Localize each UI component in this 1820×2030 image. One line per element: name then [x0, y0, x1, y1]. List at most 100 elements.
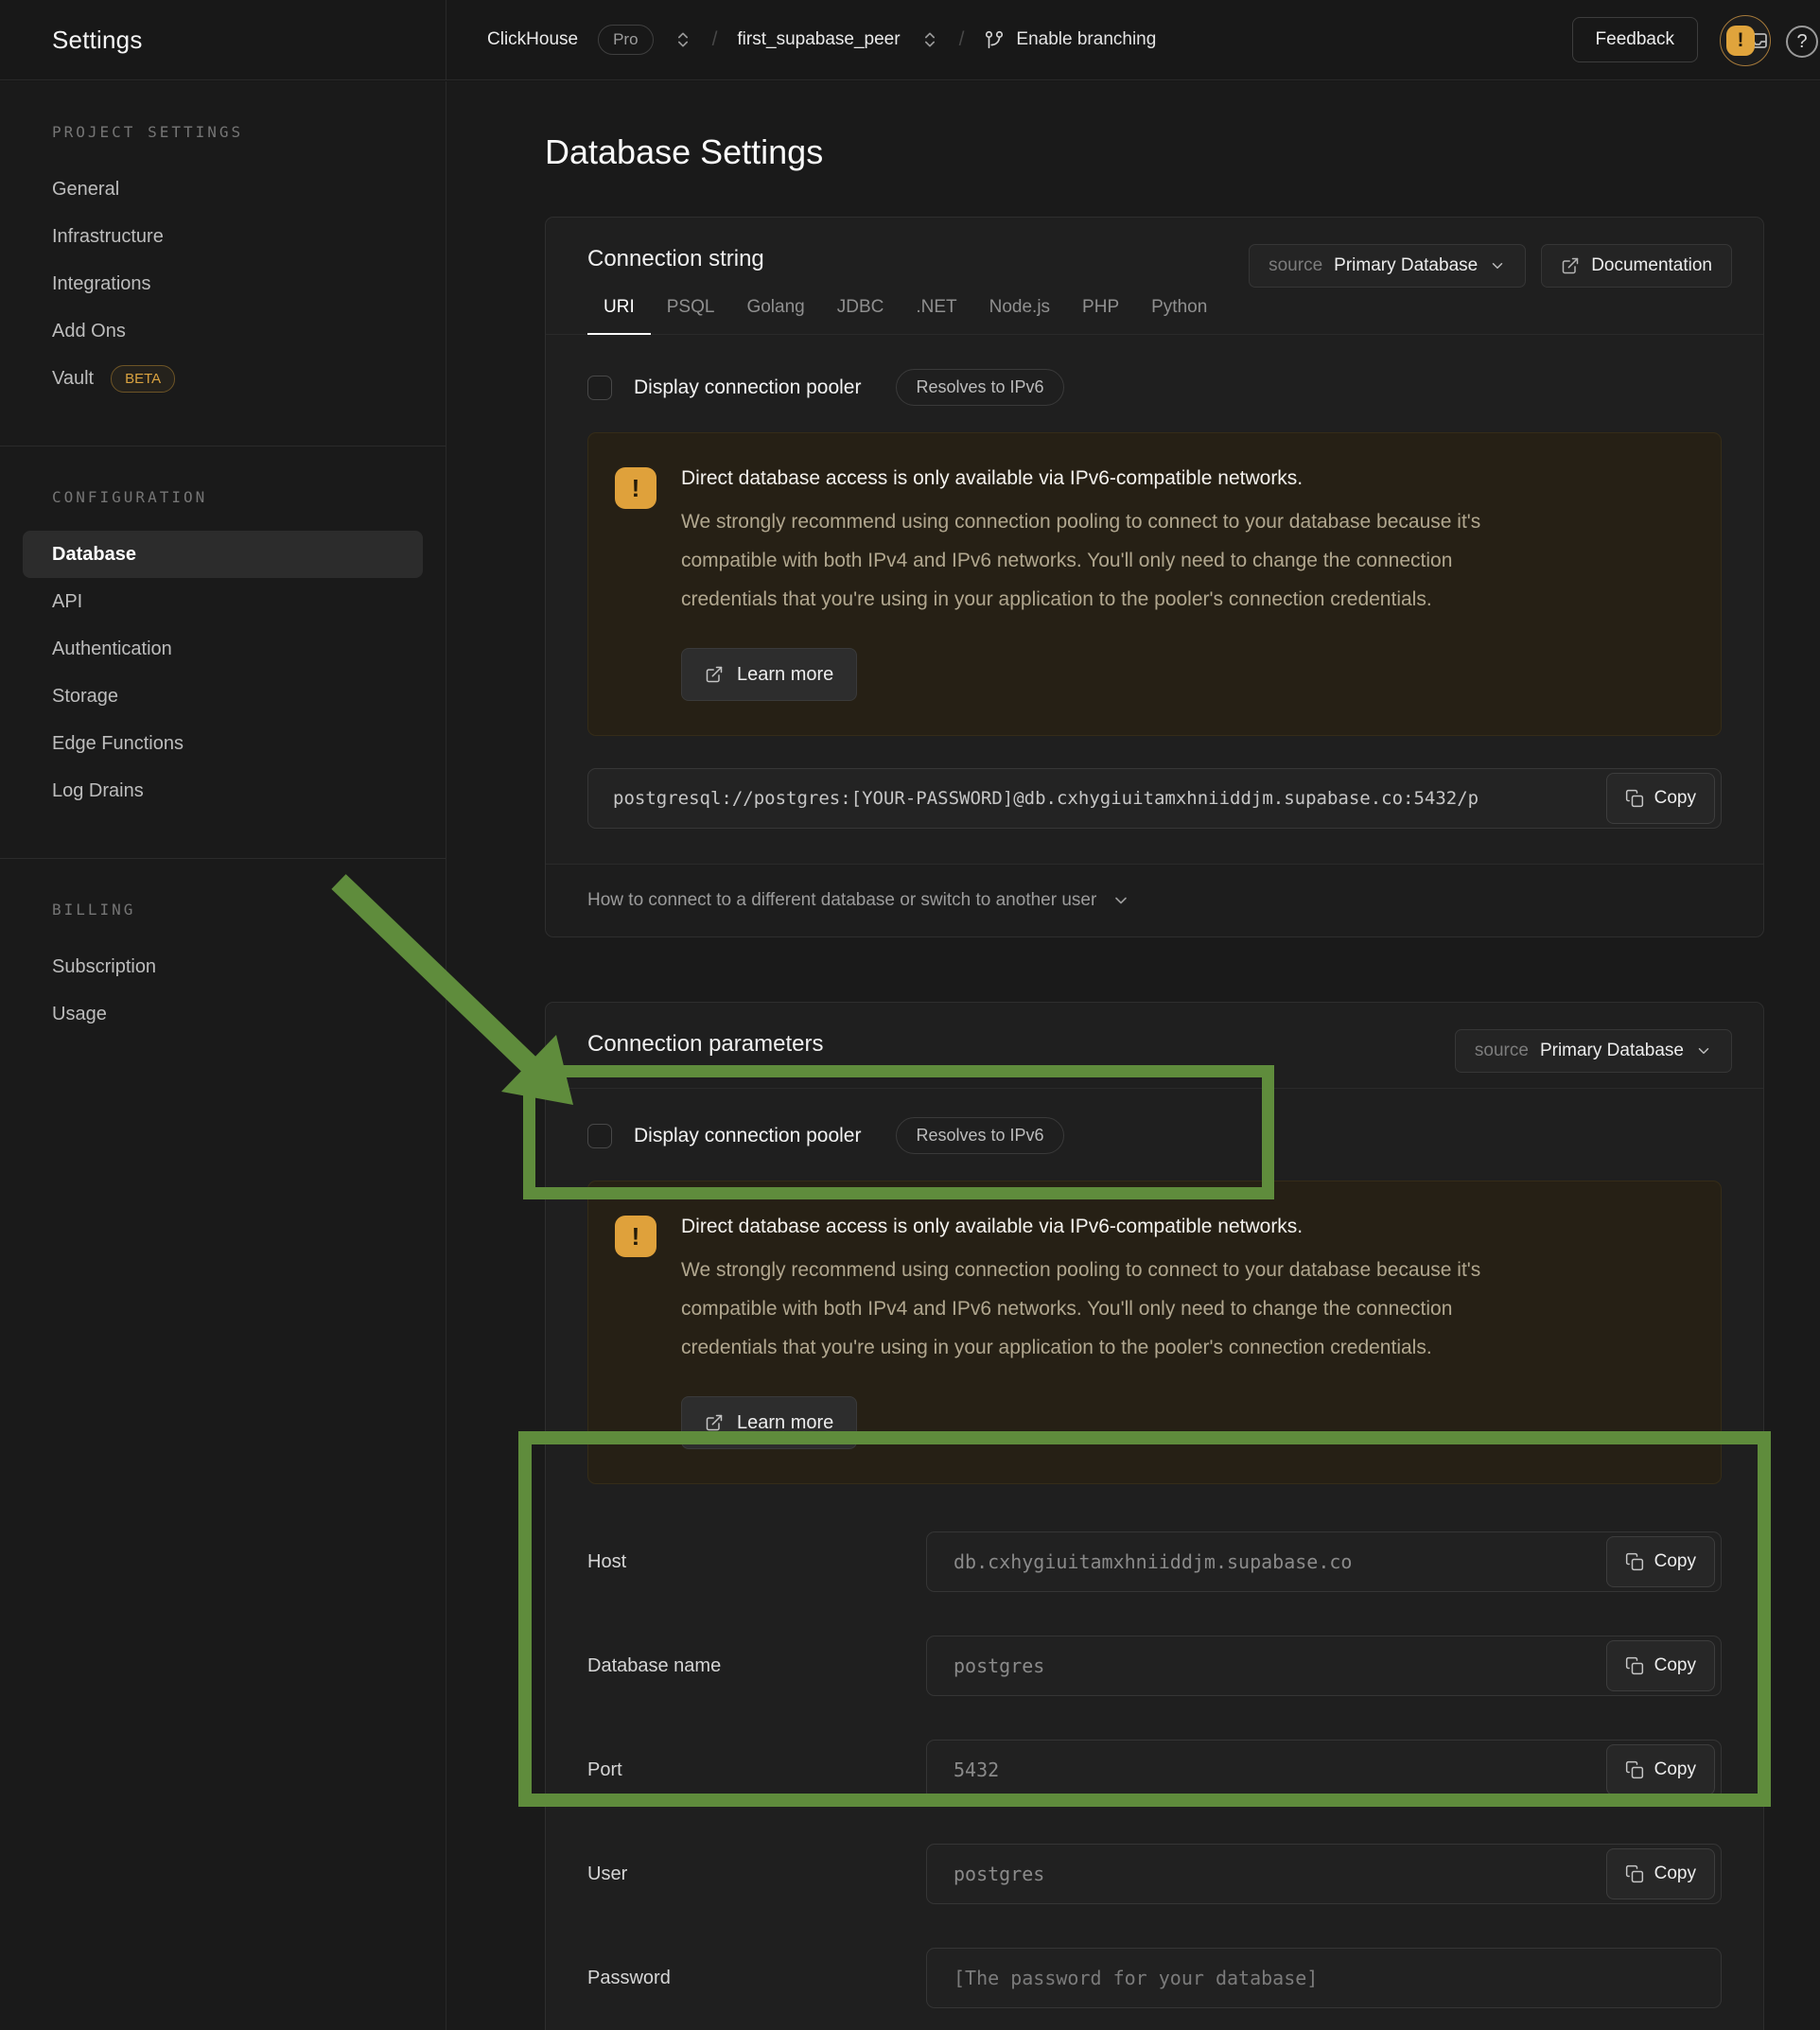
section-label: PROJECT SETTINGS: [0, 123, 446, 141]
copy-host-button[interactable]: Copy: [1606, 1536, 1715, 1587]
tab-jdbc[interactable]: JDBC: [821, 297, 901, 335]
sidebar-section-configuration: CONFIGURATION Database API Authenticatio…: [0, 446, 446, 859]
tab-php[interactable]: PHP: [1066, 297, 1135, 335]
field-label: Port: [587, 1759, 926, 1781]
org-selector-icon[interactable]: [674, 30, 692, 49]
field-label: Password: [587, 1968, 926, 1989]
connection-uri-field[interactable]: postgresql://postgres:[YOUR-PASSWORD]@db…: [587, 768, 1722, 829]
chevron-down-icon: [1111, 891, 1130, 910]
chevron-down-icon: [1695, 1042, 1712, 1059]
breadcrumb-org[interactable]: ClickHouse: [487, 29, 578, 50]
pooler-row: Display connection pooler Resolves to IP…: [546, 335, 1763, 406]
source-select[interactable]: source Primary Database: [1455, 1029, 1732, 1073]
copy-icon: [1625, 789, 1644, 808]
sidebar-item-add-ons[interactable]: Add Ons: [0, 307, 446, 355]
connection-parameters-header: Connection parameters source Primary Dat…: [546, 1003, 1763, 1089]
tab-golang[interactable]: Golang: [730, 297, 820, 335]
warning-title: Direct database access is only available…: [681, 467, 1480, 490]
chevron-down-icon: [1489, 257, 1506, 274]
feedback-button[interactable]: Feedback: [1572, 17, 1698, 62]
settings-sidebar: PROJECT SETTINGS General Infrastructure …: [0, 81, 446, 2030]
user-row: User postgres Copy: [587, 1844, 1722, 1904]
port-value: 5432: [927, 1741, 1721, 1799]
port-field[interactable]: 5432 Copy: [926, 1740, 1722, 1800]
sidebar-item-edge-functions[interactable]: Edge Functions: [0, 720, 446, 767]
sidebar-item-infrastructure[interactable]: Infrastructure: [0, 213, 446, 260]
password-field[interactable]: [The password for your database]: [926, 1948, 1722, 2008]
app-frame: Settings ClickHouse Pro / first_supabase…: [0, 0, 1820, 2030]
warning-text: credentials that you're using in your ap…: [681, 1328, 1480, 1367]
breadcrumb-separator-2: /: [959, 28, 965, 51]
host-field[interactable]: db.cxhygiuitamxhniiddjm.supabase.co Copy: [926, 1531, 1722, 1592]
connect-help-expander[interactable]: How to connect to a different database o…: [546, 864, 1763, 936]
warning-text: We strongly recommend using connection p…: [681, 1251, 1480, 1289]
ipv6-warning-banner: ! Direct database access is only availab…: [587, 432, 1722, 736]
breadcrumb-separator: /: [712, 28, 718, 51]
copy-database-name-button[interactable]: Copy: [1606, 1640, 1715, 1691]
external-link-icon: [1561, 256, 1580, 275]
sidebar-item-usage[interactable]: Usage: [0, 990, 446, 1038]
help-button[interactable]: ?: [1786, 26, 1818, 58]
password-row: Password [The password for your database…: [587, 1948, 1722, 2008]
resolves-to-ipv6-badge: Resolves to IPv6: [896, 1117, 1063, 1154]
header-settings-area: Settings: [0, 0, 446, 79]
tab-uri[interactable]: URI: [587, 297, 651, 335]
copy-icon: [1625, 1864, 1644, 1883]
tab-python[interactable]: Python: [1135, 297, 1223, 335]
breadcrumb-project[interactable]: first_supabase_peer: [737, 29, 900, 50]
sidebar-item-storage[interactable]: Storage: [0, 673, 446, 720]
user-field[interactable]: postgres Copy: [926, 1844, 1722, 1904]
sidebar-item-integrations[interactable]: Integrations: [0, 260, 446, 307]
beta-badge: BETA: [111, 365, 175, 393]
copy-port-button[interactable]: Copy: [1606, 1744, 1715, 1795]
tab-nodejs[interactable]: Node.js: [973, 297, 1066, 335]
resolves-to-ipv6-badge: Resolves to IPv6: [896, 369, 1063, 406]
display-connection-pooler-checkbox[interactable]: [587, 376, 612, 400]
pooler-label: Display connection pooler: [634, 376, 861, 399]
user-value: postgres: [927, 1845, 1721, 1903]
sidebar-item-general[interactable]: General: [0, 166, 446, 213]
warning-title: Direct database access is only available…: [681, 1216, 1480, 1238]
enable-branching-button[interactable]: Enable branching: [984, 29, 1156, 50]
warning-text: compatible with both IPv4 and IPv6 netwo…: [681, 1289, 1480, 1328]
copy-icon: [1625, 1656, 1644, 1675]
section-label: BILLING: [0, 901, 446, 919]
copy-icon: [1625, 1552, 1644, 1571]
warning-icon: !: [615, 1216, 656, 1257]
connection-parameters-card: Connection parameters source Primary Dat…: [545, 1002, 1764, 2030]
plan-badge[interactable]: Pro: [598, 25, 653, 55]
password-placeholder: [The password for your database]: [927, 1949, 1721, 2007]
tab-dotnet[interactable]: .NET: [900, 297, 972, 335]
display-connection-pooler-checkbox[interactable]: [587, 1124, 612, 1148]
copy-uri-button[interactable]: Copy: [1606, 773, 1715, 824]
notifications-button[interactable]: !: [1720, 15, 1771, 66]
port-row: Port 5432 Copy: [587, 1740, 1722, 1800]
field-label: Host: [587, 1551, 926, 1573]
project-selector-icon[interactable]: [920, 30, 939, 49]
copy-icon: [1625, 1760, 1644, 1779]
field-label: Database name: [587, 1655, 926, 1677]
connection-uri-value: postgresql://postgres:[YOUR-PASSWORD]@db…: [588, 769, 1721, 828]
alert-badge-icon: !: [1726, 26, 1755, 56]
learn-more-button[interactable]: Learn more: [681, 648, 857, 701]
sidebar-item-api[interactable]: API: [0, 578, 446, 625]
external-link-icon: [705, 1413, 724, 1432]
source-select[interactable]: source Primary Database: [1249, 244, 1526, 288]
sidebar-item-database[interactable]: Database: [23, 531, 423, 578]
sidebar-item-authentication[interactable]: Authentication: [0, 625, 446, 673]
sidebar-item-subscription[interactable]: Subscription: [0, 943, 446, 990]
ipv6-warning-banner: ! Direct database access is only availab…: [587, 1181, 1722, 1484]
documentation-button[interactable]: Documentation: [1541, 244, 1732, 288]
sidebar-item-vault[interactable]: Vault BETA: [0, 355, 446, 402]
learn-more-button[interactable]: Learn more: [681, 1396, 857, 1449]
sidebar-item-log-drains[interactable]: Log Drains: [0, 767, 446, 814]
enable-branching-label: Enable branching: [1016, 29, 1156, 50]
copy-user-button[interactable]: Copy: [1606, 1848, 1715, 1899]
field-label: User: [587, 1864, 926, 1885]
top-header: Settings ClickHouse Pro / first_supabase…: [0, 0, 1820, 80]
sidebar-section-billing: BILLING Subscription Usage: [0, 859, 446, 1081]
pooler-row: Display connection pooler Resolves to IP…: [546, 1089, 1763, 1154]
host-row: Host db.cxhygiuitamxhniiddjm.supabase.co…: [587, 1531, 1722, 1592]
database-name-field[interactable]: postgres Copy: [926, 1636, 1722, 1696]
tab-psql[interactable]: PSQL: [651, 297, 731, 335]
